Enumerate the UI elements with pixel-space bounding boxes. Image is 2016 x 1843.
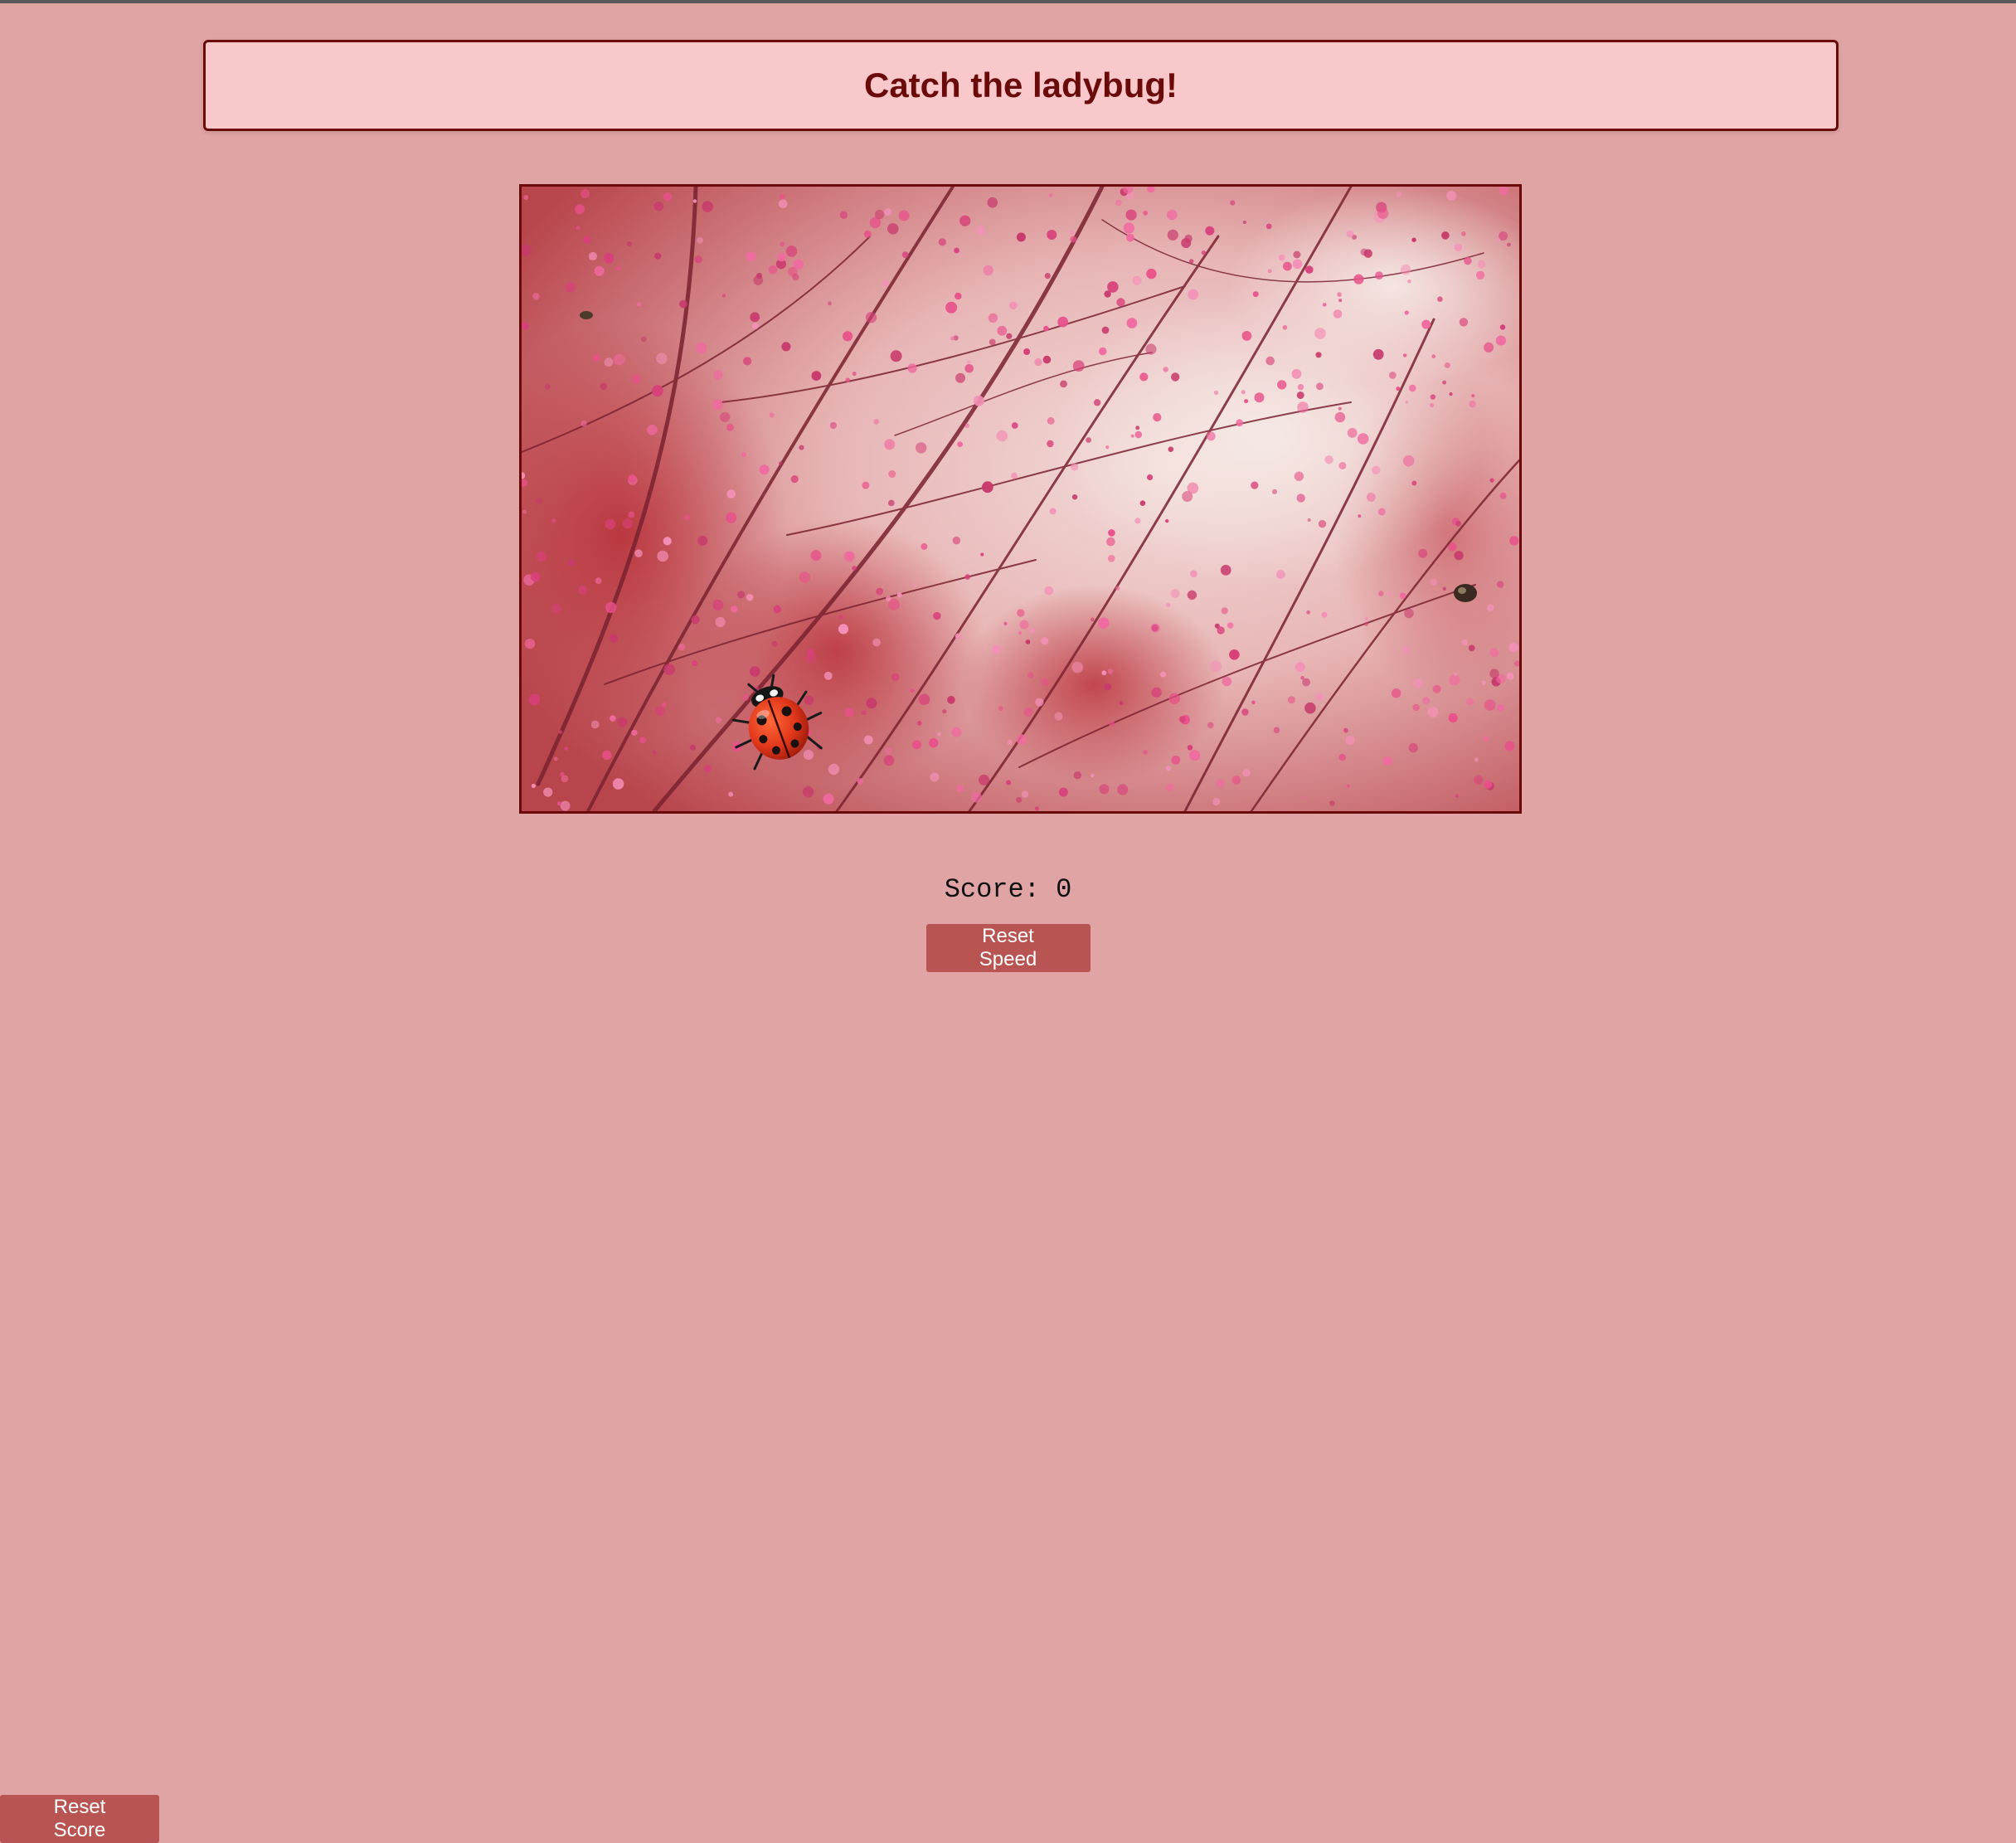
title-banner: Catch the ladybug!	[203, 40, 1839, 131]
reset-speed-button[interactable]: Reset Speed	[925, 924, 1091, 972]
reset-score-button[interactable]: Reset Score	[0, 1795, 159, 1843]
controls-bar: Reset Speed Reset Score	[0, 924, 2016, 1843]
score-label: Score:	[944, 874, 1040, 905]
score-value: 0	[1056, 874, 1072, 905]
blossom-background	[522, 187, 1519, 811]
beetle-icon	[1454, 584, 1477, 602]
score-display: Score: 0	[0, 874, 2016, 905]
page-title: Catch the ladybug!	[863, 66, 1178, 105]
game-area[interactable]	[519, 184, 1522, 814]
fly-icon	[580, 311, 593, 319]
